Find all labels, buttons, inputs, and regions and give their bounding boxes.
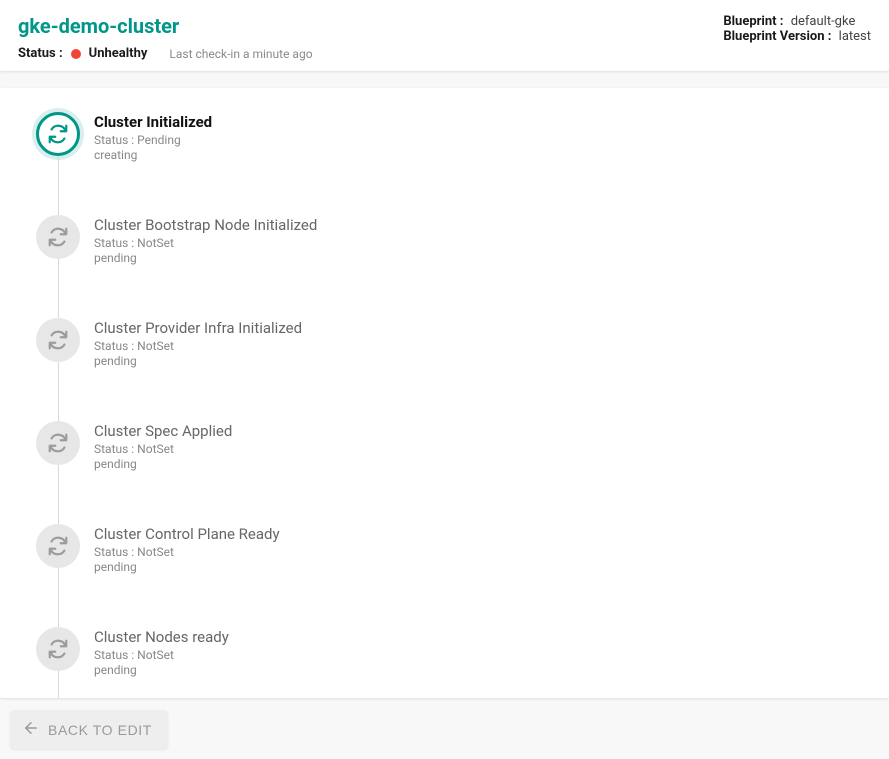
step-status-value: NotSet bbox=[134, 339, 174, 353]
step-title: Cluster Control Plane Ready bbox=[94, 525, 280, 543]
blueprint-version-row: Blueprint Version : latest bbox=[723, 29, 871, 44]
step-status: Status : NotSet bbox=[94, 236, 317, 250]
timeline-step: Cluster Provider Infra Initialized Status… bbox=[36, 318, 865, 368]
status-dot-icon bbox=[71, 49, 81, 59]
timeline-steps: Cluster Initialized Status : Pendingcreat… bbox=[36, 112, 865, 698]
blueprint-label: Blueprint : bbox=[723, 14, 783, 29]
cluster-name: gke-demo-cluster bbox=[18, 14, 313, 38]
refresh-icon bbox=[36, 215, 80, 259]
step-status-value: Pending bbox=[134, 133, 181, 147]
step-title: Cluster Bootstrap Node Initialized bbox=[94, 216, 317, 234]
step-status-label: Status : bbox=[94, 339, 134, 353]
refresh-icon bbox=[36, 421, 80, 465]
checkin-prefix: Last check-in bbox=[169, 47, 240, 61]
step-status-label: Status : bbox=[94, 648, 134, 662]
step-status-label: Status : bbox=[94, 545, 134, 559]
refresh-icon bbox=[36, 524, 80, 568]
step-detail: pending bbox=[94, 354, 302, 368]
timeline-step: Cluster Control Plane Ready Status : NotS… bbox=[36, 524, 865, 574]
step-status-value: NotSet bbox=[134, 442, 174, 456]
step-title: Cluster Spec Applied bbox=[94, 422, 232, 440]
timeline-step: Cluster Nodes ready Status : NotSetpendin… bbox=[36, 627, 865, 677]
step-title: Cluster Provider Infra Initialized bbox=[94, 319, 302, 337]
header-left: gke-demo-cluster Status : Unhealthy Last… bbox=[18, 14, 313, 61]
step-title: Cluster Nodes ready bbox=[94, 628, 229, 646]
step-status-label: Status : bbox=[94, 133, 134, 147]
step-detail: pending bbox=[94, 560, 280, 574]
step-status: Status : NotSet bbox=[94, 442, 232, 456]
timeline-step: Cluster Spec Applied Status : NotSetpendi… bbox=[36, 421, 865, 471]
header-right: Blueprint : default-gke Blueprint Versio… bbox=[723, 14, 871, 44]
step-status: Status : NotSet bbox=[94, 339, 302, 353]
status-row: Status : Unhealthy Last check-in a minut… bbox=[18, 46, 313, 61]
timeline: Cluster Initialized Status : Pendingcreat… bbox=[24, 112, 865, 698]
step-status-label: Status : bbox=[94, 442, 134, 456]
step-status: Status : Pending bbox=[94, 133, 212, 147]
blueprint-version-label: Blueprint Version : bbox=[723, 29, 831, 44]
refresh-icon bbox=[36, 112, 80, 156]
refresh-icon bbox=[36, 318, 80, 362]
step-status: Status : NotSet bbox=[94, 545, 280, 559]
header-card: gke-demo-cluster Status : Unhealthy Last… bbox=[0, 0, 889, 71]
timeline-step: Cluster Bootstrap Node Initialized Status… bbox=[36, 215, 865, 265]
step-detail: pending bbox=[94, 251, 317, 265]
step-text: Cluster Spec Applied Status : NotSetpendi… bbox=[94, 421, 232, 471]
step-text: Cluster Control Plane Ready Status : NotS… bbox=[94, 524, 280, 574]
step-title: Cluster Initialized bbox=[94, 113, 212, 131]
status-label: Status : bbox=[18, 46, 63, 61]
status-value: Unhealthy bbox=[89, 46, 148, 61]
blueprint-version-value: latest bbox=[839, 29, 871, 44]
timeline-card: Cluster Initialized Status : Pendingcreat… bbox=[0, 88, 889, 698]
step-status-value: NotSet bbox=[134, 648, 174, 662]
footer: BACK TO EDIT bbox=[10, 710, 168, 749]
step-detail: pending bbox=[94, 663, 229, 677]
refresh-icon bbox=[36, 627, 80, 671]
step-detail: creating bbox=[94, 148, 212, 162]
timeline-step: Cluster Initialized Status : Pendingcreat… bbox=[36, 112, 865, 162]
last-checkin: Last check-in a minute ago bbox=[169, 47, 312, 61]
checkin-value: a minute ago bbox=[243, 47, 313, 61]
step-text: Cluster Provider Infra Initialized Status… bbox=[94, 318, 302, 368]
step-status: Status : NotSet bbox=[94, 648, 229, 662]
step-detail: pending bbox=[94, 457, 232, 471]
step-text: Cluster Initialized Status : Pendingcreat… bbox=[94, 112, 212, 162]
blueprint-value: default-gke bbox=[791, 14, 856, 29]
step-status-value: NotSet bbox=[134, 236, 174, 250]
step-text: Cluster Nodes ready Status : NotSetpendin… bbox=[94, 627, 229, 677]
blueprint-row: Blueprint : default-gke bbox=[723, 14, 871, 29]
step-text: Cluster Bootstrap Node Initialized Status… bbox=[94, 215, 317, 265]
step-status-label: Status : bbox=[94, 236, 134, 250]
arrow-left-icon bbox=[22, 719, 40, 740]
step-status-value: NotSet bbox=[134, 545, 174, 559]
back-to-edit-button[interactable]: BACK TO EDIT bbox=[10, 710, 168, 749]
back-button-label: BACK TO EDIT bbox=[48, 722, 152, 738]
